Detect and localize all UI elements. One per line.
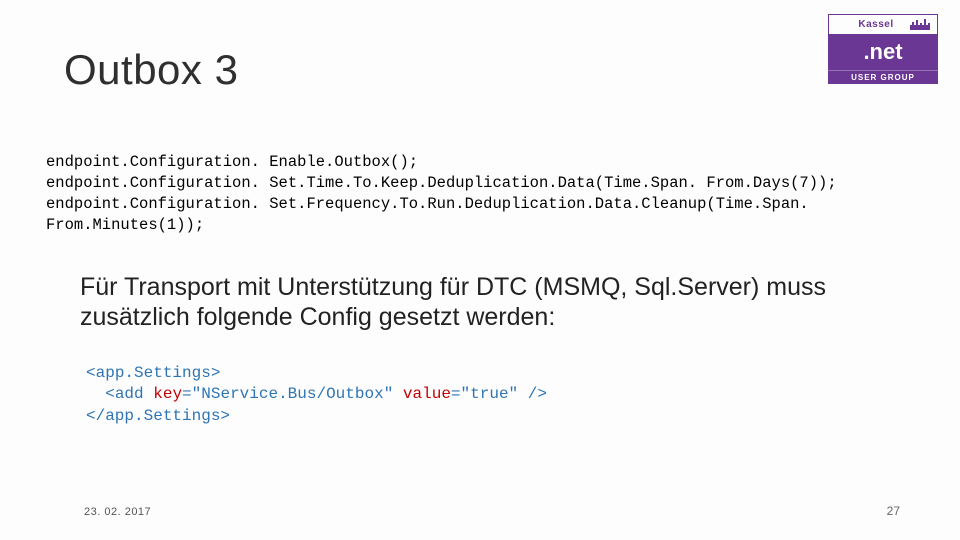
logo-sub: USER GROUP — [828, 70, 938, 84]
footer-page-number: 27 — [887, 504, 900, 518]
explanation-text: Für Transport mit Unterstützung für DTC … — [80, 272, 912, 333]
logo-top: Kassel — [828, 14, 938, 34]
slide-title: Outbox 3 — [64, 46, 912, 94]
footer-date: 23. 02. 2017 — [84, 506, 151, 518]
dotnet-usergroup-logo: Kassel .net USER GROUP — [828, 14, 938, 84]
code-line: endpoint.Configuration. Enable.Outbox(); — [46, 152, 912, 173]
code-block-csharp: endpoint.Configuration. Enable.Outbox();… — [46, 152, 912, 236]
code-line: endpoint.Configuration. Set.Time.To.Keep… — [46, 173, 912, 194]
slide: Kassel .net USER GROUP Outbox 3 endpoint… — [0, 0, 960, 540]
logo-brand: .net — [828, 34, 938, 70]
logo-city: Kassel — [858, 19, 907, 30]
code-line: endpoint.Configuration. Set.Frequency.To… — [46, 194, 912, 236]
code-block-xml: <app.Settings> <add key="NService.Bus/Ou… — [86, 363, 912, 428]
skyline-icon — [909, 17, 933, 31]
